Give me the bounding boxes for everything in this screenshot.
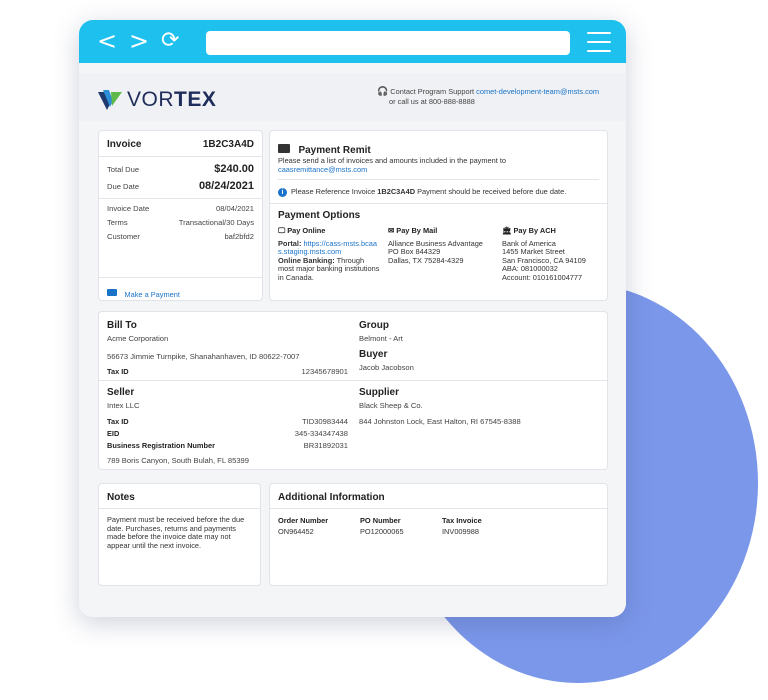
customer-label: Customer [107,232,140,241]
order-number-value: ON964452 [278,527,314,536]
bill-to-tax-id: 12345678901 [301,367,348,376]
reload-icon[interactable]: ⟳ [161,28,179,54]
notes-title: Notes [107,492,135,503]
due-date-label: Due Date [107,182,140,191]
mail-icon: ✉ [388,226,395,235]
tax-invoice-value: INV009988 [442,527,479,536]
additional-info-title: Additional Information [278,492,385,503]
pay-ach-title: Pay By ACH [513,226,556,235]
total-due-value: $240.00 [214,163,254,175]
seller-brn: BR31892031 [303,441,348,450]
bill-to-tax-label: Tax ID [107,367,129,376]
pay-mail-title: Pay By Mail [396,226,438,235]
seller-eid-label: EID [107,429,120,438]
make-payment-button[interactable]: Make a Payment [107,284,180,302]
customer-value: baf2bfd2 [224,232,254,241]
seller-tax-id: TID30983444 [301,417,348,426]
invoice-page: VORTEX 🎧 Contact Program Support comet-d… [79,63,626,617]
invoice-date-label: Invoice Date [107,204,150,213]
payment-remit-card: Payment Remit Please send a list of invo… [269,130,608,301]
notes-text: Payment must be received before the due … [107,515,245,550]
logo-text-bold: TEX [174,88,217,111]
additional-info-card: Additional Information Order Number ON96… [269,483,608,586]
invoice-label: Invoice [107,139,142,150]
seller-address: 789 Boris Canyon, South Bulah, FL 85399 [107,456,249,465]
group-value: Belmont - Art [359,334,403,343]
notes-card: Notes Payment must be received before th… [98,483,261,586]
pay-by-ach-section: 🏛 Pay By ACH Bank of America 1455 Market… [502,226,606,282]
vortex-logo: VORTEX [98,88,216,112]
info-icon: i [278,187,287,197]
po-number-value: PO12000065 [360,527,404,536]
seller-brn-label: Business Registration Number [107,441,216,450]
total-due-label: Total Due [107,165,140,174]
mail-line3: Dallas, TX 75284-4329 [388,255,464,265]
reference-number: 1B2C3A4D [377,187,416,196]
support-text: Contact Program Support [390,87,477,96]
seller-name: Intex LLC [107,401,140,410]
seller-eid: 345-334347438 [294,429,348,438]
payment-icon [107,289,117,297]
bill-to-title: Bill To [107,320,137,331]
parties-card: Bill To Acme Corporation 56673 Jimmie Tu… [98,311,608,470]
logo-text-light: VOR [127,88,175,111]
terms-label: Terms [107,218,128,227]
invoice-summary-card: Invoice 1B2C3A4D Total Due $240.00 Due D… [98,130,263,301]
reference-note: i Please Reference Invoice 1B2C3A4D Payme… [278,187,566,197]
support-contact: 🎧 Contact Program Support comet-developm… [377,86,599,107]
bill-to-address: 56673 Jimmie Turnpike, Shanahanhaven, ID… [107,352,300,361]
bill-to-name: Acme Corporation [107,334,169,343]
monitor-icon: 🖵 [278,226,286,235]
due-date-value: 08/24/2021 [198,180,254,192]
menu-icon[interactable] [587,32,611,59]
po-number-label: PO Number [360,516,401,525]
seller-title: Seller [107,387,135,398]
remit-title: Payment Remit [298,145,371,156]
bank-icon: 🏛 [502,226,512,235]
supplier-title: Supplier [359,387,400,398]
headset-icon: 🎧 [377,86,389,96]
group-title: Group [359,320,389,331]
pay-online-title: Pay Online [287,226,326,235]
pay-by-mail-section: ✉ Pay By Mail Alliance Business Advantag… [388,226,493,265]
supplier-address: 844 Johnston Lock, East Halton, RI 67545… [359,417,521,426]
order-number-label: Order Number [278,516,329,525]
invoice-date-value: 08/04/2021 [215,204,254,213]
seller-tax-label: Tax ID [107,417,129,426]
tax-invoice-label: Tax Invoice [442,516,482,525]
reference-prefix: Please Reference Invoice [291,187,378,196]
support-phone: or call us at 800-888-8888 [389,97,475,106]
vortex-logo-icon [98,90,122,110]
browser-toolbar: < > ⟳ [79,20,626,63]
supplier-name: Black Sheep & Co. [359,401,423,410]
ach-line5: Account: 010161004777 [502,272,583,282]
reference-suffix: Payment should be received before due da… [415,187,567,196]
remit-email-link[interactable]: caasremittance@msts.com [278,165,367,174]
address-bar[interactable] [206,31,570,55]
pay-online-section: 🖵 Pay Online Portal: https://cass-msts.b… [278,226,381,282]
invoice-number: 1B2C3A4D [202,139,254,150]
forward-icon[interactable]: > [129,28,149,54]
support-email-link[interactable]: comet-development-team@msts.com [476,87,599,96]
remit-icon [278,144,290,154]
buyer-value: Jacob Jacobson [359,363,414,372]
terms-value: Transactional/30 Days [178,218,254,227]
back-icon[interactable]: < [97,28,117,54]
remit-text: Please send a list of invoices and amoun… [278,156,507,165]
browser-window: < > ⟳ VORTEX 🎧 Contact Program Support c… [79,20,626,617]
payment-options-title: Payment Options [278,210,361,221]
make-payment-label: Make a Payment [124,290,180,299]
buyer-title: Buyer [359,349,388,360]
